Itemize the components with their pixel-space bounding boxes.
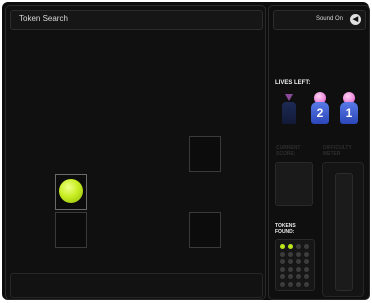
token-empty-dot bbox=[296, 244, 301, 249]
token-empty-dot bbox=[304, 244, 309, 249]
token-empty-dot bbox=[288, 274, 293, 279]
difficulty-label-line2: METER bbox=[323, 151, 341, 157]
token-empty-dot bbox=[280, 274, 285, 279]
token-empty-dot bbox=[280, 281, 285, 287]
token-found-dot bbox=[288, 244, 293, 249]
token-empty-dot bbox=[296, 281, 301, 287]
token-empty-dot bbox=[296, 259, 301, 264]
token-found-dot bbox=[280, 244, 285, 249]
token-empty-dot bbox=[288, 259, 293, 264]
playfield bbox=[10, 32, 261, 270]
life-body-icon bbox=[282, 102, 296, 124]
token-empty-dot bbox=[288, 281, 293, 287]
difficulty-label: DIFFICULTY METER bbox=[323, 145, 352, 157]
current-score-box bbox=[275, 162, 313, 206]
token-empty-dot bbox=[288, 251, 293, 257]
token[interactable] bbox=[59, 179, 83, 203]
difficulty-meter-track bbox=[335, 173, 353, 291]
token-empty-dot bbox=[296, 274, 301, 279]
life-badge: 1 bbox=[340, 102, 358, 124]
life-head-icon bbox=[285, 94, 293, 101]
speaker-icon[interactable]: ◀ bbox=[350, 14, 361, 25]
search-box-bottom-right[interactable] bbox=[189, 212, 221, 248]
token-empty-dot bbox=[280, 259, 285, 264]
token-empty-dot bbox=[280, 251, 285, 257]
title-bar: Token Search bbox=[10, 10, 263, 30]
game-frame: Token Search Sound On ◀ LIVES LEFT: 2 1 … bbox=[2, 2, 370, 300]
tokens-found-label: TOKENS FOUND: bbox=[275, 223, 296, 235]
life-used bbox=[278, 92, 300, 126]
difficulty-meter bbox=[322, 162, 364, 297]
token-empty-dot bbox=[304, 274, 309, 279]
status-panel: Sound On ◀ LIVES LEFT: 2 1 CURRENT SCORE… bbox=[268, 5, 370, 300]
token-empty-dot bbox=[304, 259, 309, 264]
token-empty-dot bbox=[296, 251, 301, 257]
token-empty-dot bbox=[304, 266, 309, 272]
current-score-label-line2: SCORE: bbox=[276, 151, 296, 157]
current-score-label: CURRENT SCORE: bbox=[276, 145, 300, 157]
search-box-selected[interactable] bbox=[55, 174, 87, 210]
token-empty-dot bbox=[280, 266, 285, 272]
life-2: 2 bbox=[309, 92, 331, 126]
lives-label: LIVES LEFT: bbox=[275, 80, 311, 86]
sound-label: Sound On bbox=[315, 16, 343, 22]
search-box-top-right[interactable] bbox=[189, 136, 221, 172]
token-empty-dot bbox=[288, 266, 293, 272]
bottom-bar bbox=[10, 273, 263, 298]
token-empty-dot bbox=[296, 266, 301, 272]
life-1: 1 bbox=[338, 92, 360, 126]
tokens-found-grid bbox=[275, 239, 315, 291]
life-badge: 2 bbox=[311, 102, 329, 124]
token-empty-dot bbox=[304, 251, 309, 257]
game-panel: Token Search bbox=[5, 5, 266, 300]
sound-toggle[interactable]: Sound On ◀ bbox=[273, 10, 366, 30]
token-empty-dot bbox=[304, 281, 309, 287]
search-box-bottom-left[interactable] bbox=[55, 212, 87, 248]
game-title: Token Search bbox=[19, 14, 68, 23]
tokens-found-label-line2: FOUND: bbox=[275, 229, 295, 235]
